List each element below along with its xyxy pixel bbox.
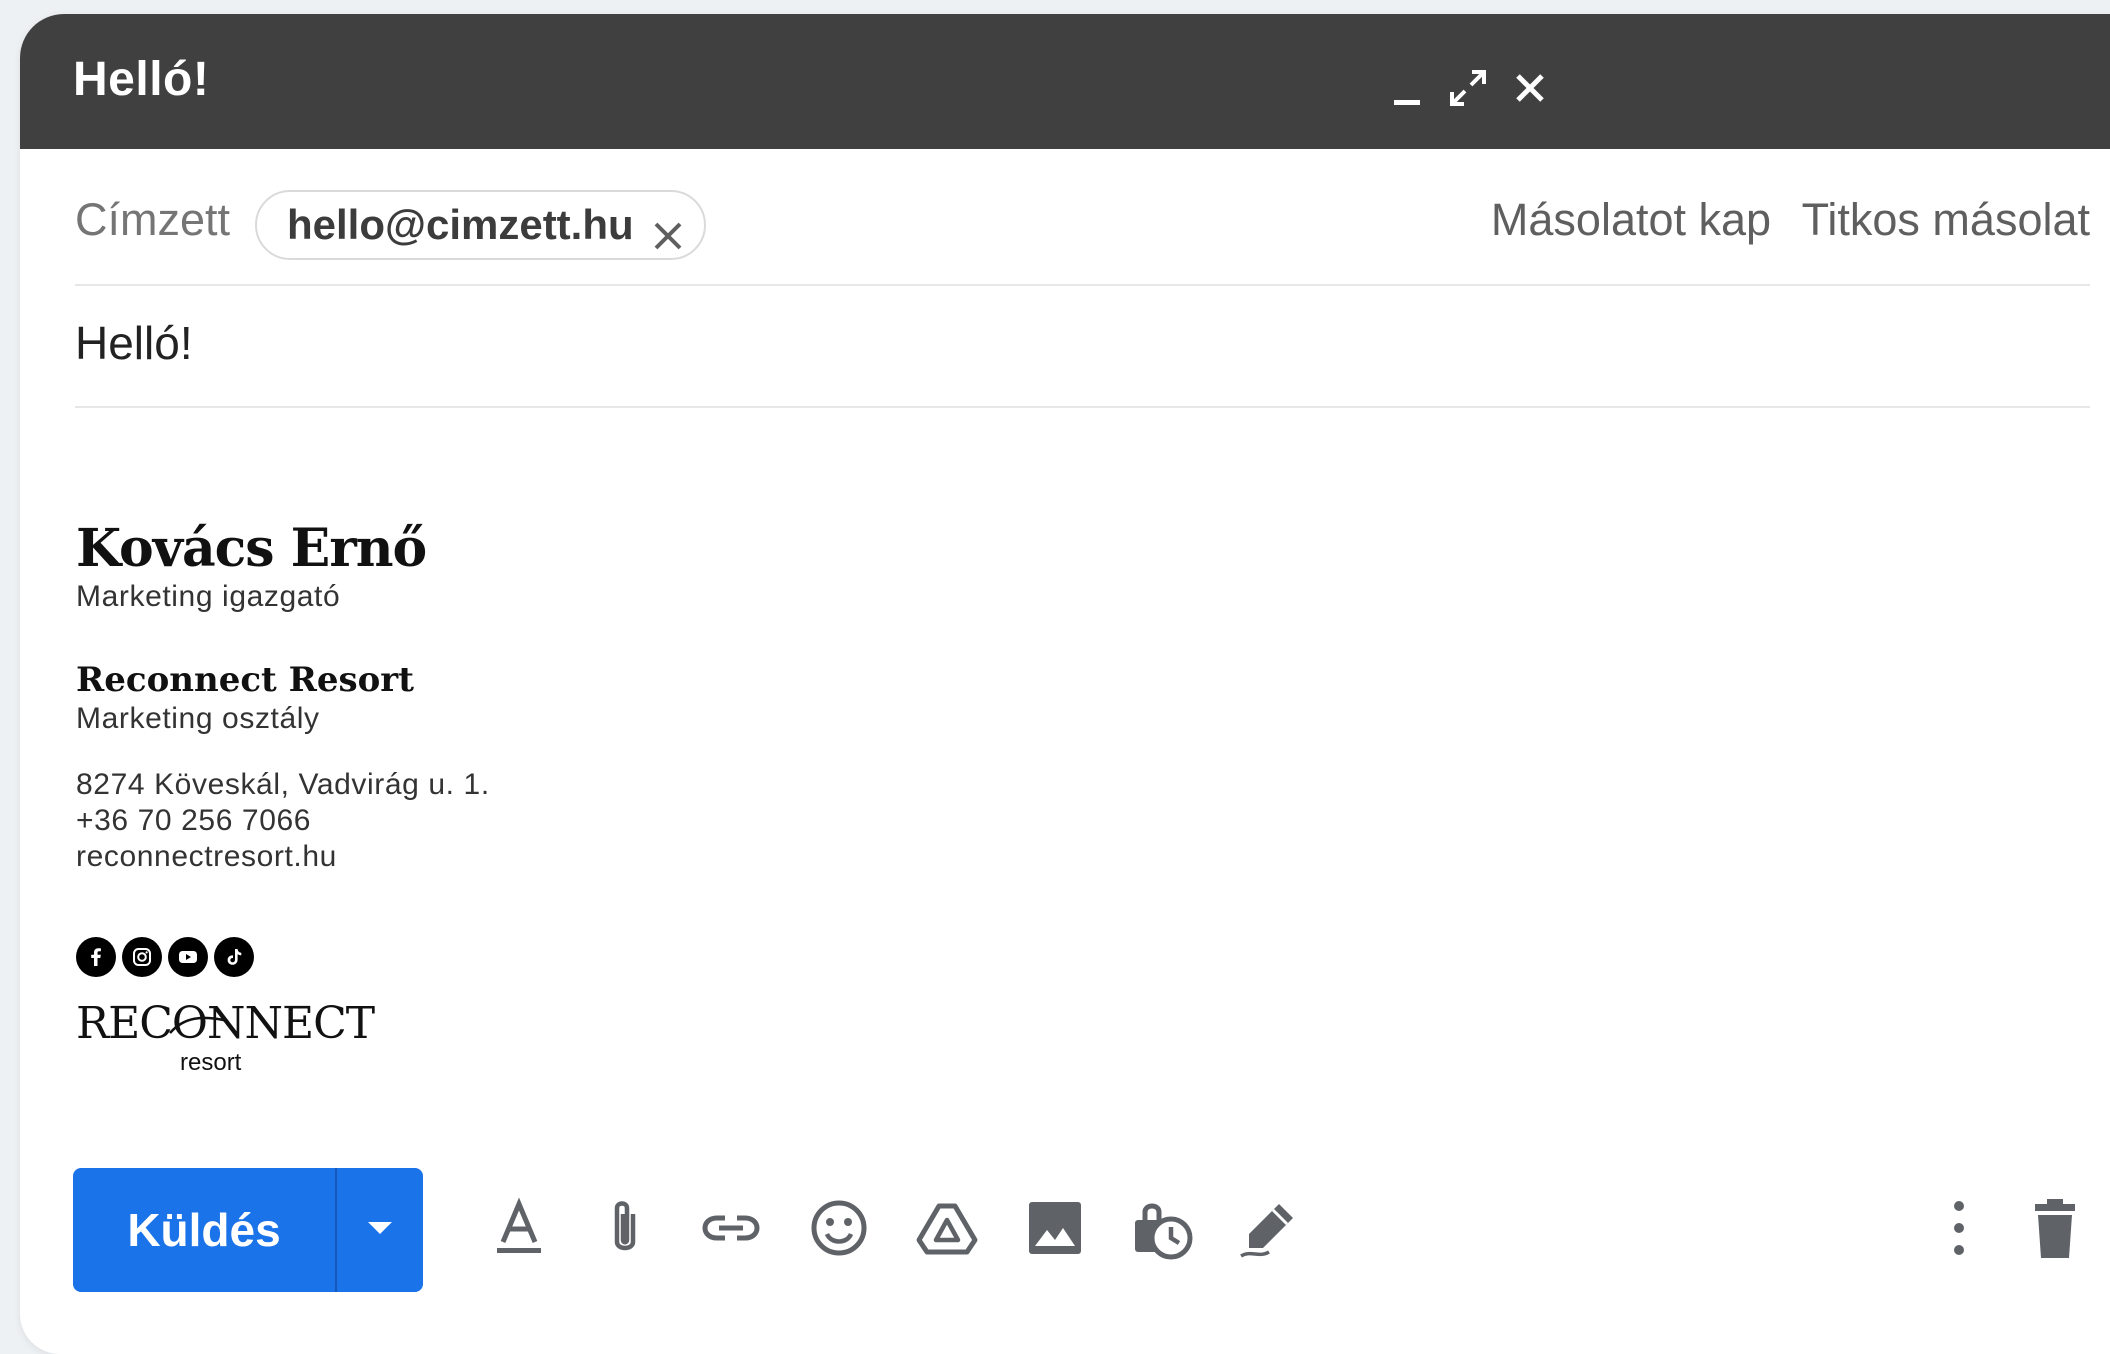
to-label[interactable]: Címzett bbox=[75, 194, 230, 246]
compose-title: Helló! bbox=[73, 53, 210, 106]
recipient-chip-email: hello@cimzett.hu bbox=[287, 201, 634, 248]
signature-address: 8274 Köveskál, Vadvirág u. 1. bbox=[76, 768, 490, 801]
remove-recipient-icon[interactable] bbox=[650, 207, 686, 250]
instagram-icon[interactable] bbox=[122, 937, 162, 977]
signature-website[interactable]: reconnectresort.hu bbox=[76, 839, 490, 875]
compose-window: Helló! Címzett hello@cimzett.hu Másolato… bbox=[20, 14, 2110, 1354]
signature-title: Marketing igazgató bbox=[76, 580, 341, 613]
recipients-row[interactable]: Címzett hello@cimzett.hu Másolatot kap T… bbox=[75, 164, 2090, 286]
tiktok-icon[interactable] bbox=[214, 937, 254, 977]
schedule-send-dropdown[interactable] bbox=[337, 1168, 423, 1292]
email-signature[interactable]: Kovács Ernő Marketing igazgató Reconnect… bbox=[76, 519, 490, 1077]
close-icon[interactable] bbox=[1502, 60, 1558, 116]
signature-company: Reconnect Resort bbox=[76, 660, 414, 700]
cc-bcc-links: Másolatot kap Titkos másolat bbox=[1491, 194, 2090, 246]
signature-name: Kovács Ernő bbox=[76, 518, 427, 579]
logo-swash-icon bbox=[169, 1016, 229, 1034]
drive-icon[interactable] bbox=[911, 1192, 983, 1264]
signature-icon[interactable] bbox=[1233, 1192, 1305, 1264]
compose-toolbar: Küldés bbox=[73, 1154, 2091, 1292]
company-logo: RECONNECT resort bbox=[76, 999, 375, 1077]
cc-link[interactable]: Másolatot kap bbox=[1491, 194, 1771, 245]
bcc-link[interactable]: Titkos másolat bbox=[1802, 194, 2090, 245]
link-icon[interactable] bbox=[695, 1192, 767, 1264]
compose-titlebar[interactable]: Helló! bbox=[20, 14, 2110, 149]
subject-field[interactable]: Helló! bbox=[75, 316, 193, 370]
photo-icon[interactable] bbox=[1019, 1192, 1091, 1264]
recipient-chip[interactable]: hello@cimzett.hu bbox=[255, 190, 706, 260]
attach-icon[interactable] bbox=[589, 1192, 661, 1264]
youtube-icon[interactable] bbox=[168, 937, 208, 977]
expand-icon[interactable] bbox=[1440, 60, 1496, 116]
formatting-icon[interactable] bbox=[483, 1192, 555, 1264]
subject-row[interactable]: Helló! bbox=[75, 286, 2090, 408]
social-icons bbox=[76, 937, 490, 977]
signature-department: Marketing osztály bbox=[76, 702, 320, 735]
chevron-down-icon bbox=[368, 1222, 392, 1234]
minimize-icon[interactable] bbox=[1380, 60, 1436, 116]
logo-subtitle: resort bbox=[180, 1049, 242, 1076]
discard-icon[interactable] bbox=[2019, 1192, 2091, 1264]
facebook-icon[interactable] bbox=[76, 937, 116, 977]
send-button[interactable]: Küldés bbox=[73, 1168, 335, 1292]
confidential-icon[interactable] bbox=[1125, 1192, 1197, 1264]
emoji-icon[interactable] bbox=[803, 1192, 875, 1264]
send-button-group: Küldés bbox=[73, 1168, 423, 1292]
more-options-icon[interactable] bbox=[1923, 1192, 1995, 1264]
signature-phone: +36 70 256 7066 bbox=[76, 804, 312, 837]
signature-contact: 8274 Köveskál, Vadvirág u. 1. +36 70 256… bbox=[76, 767, 490, 875]
